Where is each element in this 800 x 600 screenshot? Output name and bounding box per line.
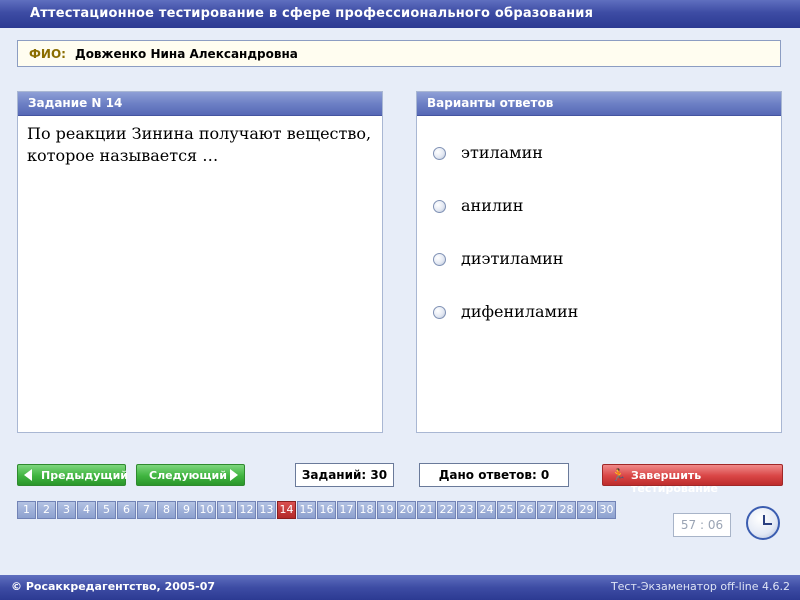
answers-panel-header: Варианты ответов xyxy=(417,92,781,116)
copyright: © Росаккредагентство, 2005-07 xyxy=(11,580,216,593)
question-panel-header: Задание N 14 xyxy=(18,92,382,116)
runner-icon: 🏃 xyxy=(611,468,626,482)
radio-button[interactable] xyxy=(433,253,446,266)
question-number-12[interactable]: 12 xyxy=(237,501,256,519)
answers-panel-title: Варианты ответов xyxy=(427,96,554,110)
previous-button-label: Предыдущий xyxy=(41,469,129,482)
previous-button[interactable]: Предыдущий xyxy=(17,464,129,486)
question-number-25[interactable]: 25 xyxy=(497,501,516,519)
answer-option[interactable]: анилин xyxy=(433,196,753,218)
answer-option-label: диэтиламин xyxy=(461,249,564,268)
tasks-count: Заданий: 30 xyxy=(295,463,394,487)
question-number-14[interactable]: 14 xyxy=(277,501,296,519)
arrow-left-icon xyxy=(24,469,32,481)
fio-box: ФИО: Довженко Нина Александровна xyxy=(17,40,781,67)
app-title: Аттестационное тестирование в сфере проф… xyxy=(30,6,594,21)
question-number-13[interactable]: 13 xyxy=(257,501,276,519)
question-number-17[interactable]: 17 xyxy=(337,501,356,519)
question-number-15[interactable]: 15 xyxy=(297,501,316,519)
radio-button[interactable] xyxy=(433,306,446,319)
question-number-23[interactable]: 23 xyxy=(457,501,476,519)
answer-option-label: этиламин xyxy=(461,143,543,162)
finish-test-label: Завершить тестирование xyxy=(631,469,719,495)
question-number-24[interactable]: 24 xyxy=(477,501,496,519)
answered-count: Дано ответов: 0 xyxy=(419,463,569,487)
answers-panel: Варианты ответов этиламин анилин диэтила… xyxy=(416,91,782,433)
question-number-3[interactable]: 3 xyxy=(57,501,76,519)
question-number-16[interactable]: 16 xyxy=(317,501,336,519)
question-number-28[interactable]: 28 xyxy=(557,501,576,519)
question-number-22[interactable]: 22 xyxy=(437,501,456,519)
question-number-6[interactable]: 6 xyxy=(117,501,136,519)
question-number-21[interactable]: 21 xyxy=(417,501,436,519)
radio-button[interactable] xyxy=(433,200,446,213)
question-number-10[interactable]: 10 xyxy=(197,501,216,519)
answer-option-label: анилин xyxy=(461,196,524,215)
next-button[interactable]: Следующий xyxy=(136,464,245,486)
title-bar: Аттестационное тестирование в сфере проф… xyxy=(0,0,800,28)
question-number-30[interactable]: 30 xyxy=(597,501,616,519)
finish-test-button[interactable]: 🏃 Завершить тестирование xyxy=(602,464,783,495)
question-number-27[interactable]: 27 xyxy=(537,501,556,519)
question-number-18[interactable]: 18 xyxy=(357,501,376,519)
question-number-5[interactable]: 5 xyxy=(97,501,116,519)
answer-option[interactable]: диэтиламин xyxy=(433,249,753,271)
answer-option-label: дифениламин xyxy=(461,302,579,321)
question-number-11[interactable]: 11 xyxy=(217,501,236,519)
question-number-19[interactable]: 19 xyxy=(377,501,396,519)
fio-label: ФИО: xyxy=(29,47,66,61)
question-number-8[interactable]: 8 xyxy=(157,501,176,519)
question-text: По реакции Зинина получают вещество, кот… xyxy=(27,124,372,165)
next-button-label: Следующий xyxy=(149,469,227,482)
arrow-right-icon xyxy=(230,469,238,481)
answer-option[interactable]: дифениламин xyxy=(433,302,753,324)
question-number-9[interactable]: 9 xyxy=(177,501,196,519)
fio-value: Довженко Нина Александровна xyxy=(75,47,298,61)
version: Тест-Экзаменатор off-line 4.6.2 xyxy=(610,580,790,593)
question-number-2[interactable]: 2 xyxy=(37,501,56,519)
question-number-1[interactable]: 1 xyxy=(17,501,36,519)
question-number-29[interactable]: 29 xyxy=(577,501,596,519)
footer: © Росаккредагентство, 2005-07 Тест-Экзам… xyxy=(0,575,800,600)
question-number-26[interactable]: 26 xyxy=(517,501,536,519)
question-panel: Задание N 14 По реакции Зинина получают … xyxy=(17,91,383,433)
radio-button[interactable] xyxy=(433,147,446,160)
question-number-4[interactable]: 4 xyxy=(77,501,96,519)
answer-option[interactable]: этиламин xyxy=(433,143,753,165)
question-number-7[interactable]: 7 xyxy=(137,501,156,519)
timer: 57 : 06 xyxy=(673,513,731,537)
question-number: Задание N 14 xyxy=(28,96,123,110)
question-number-20[interactable]: 20 xyxy=(397,501,416,519)
clock-icon xyxy=(746,506,780,540)
